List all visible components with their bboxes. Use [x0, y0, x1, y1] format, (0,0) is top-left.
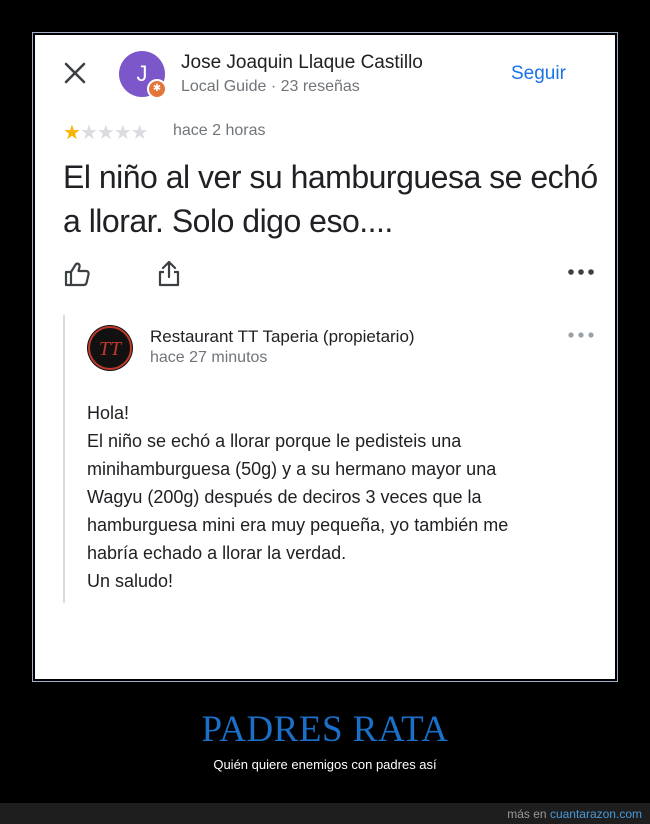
follow-button[interactable]: Seguir — [511, 63, 566, 85]
avatar-initial: J — [136, 61, 148, 86]
owner-reply-text: Hola! El niño se echó a llorar porque le… — [87, 399, 592, 595]
reply-line: Wagyu (200g) después de deciros 3 veces … — [87, 487, 482, 507]
reply-line: Hola! — [87, 403, 130, 423]
reply-line: Un saludo! — [87, 571, 174, 591]
review-time: hace 2 horas — [173, 122, 266, 139]
reply-line: habría echado a llorar la verdad. — [87, 543, 347, 563]
reply-more-icon[interactable] — [567, 327, 595, 347]
restaurant-logo[interactable]: TT — [87, 325, 133, 371]
reply-line: minihamburguesa (50g) y a su hermano may… — [87, 459, 497, 479]
reply-line: hamburguesa mini era muy pequeña, yo tam… — [87, 515, 509, 535]
footer-bar: más en cuantarazon.com — [0, 803, 650, 824]
footer-link[interactable]: cuantarazon.com — [550, 807, 642, 821]
review-card: J ✱ Jose Joaquin Llaque Castillo Local G… — [35, 35, 615, 679]
reply-divider — [63, 315, 65, 603]
footer-prefix: más en — [507, 807, 550, 821]
author-meta: Local Guide · 23 reseñas — [181, 78, 360, 95]
reply-line: El niño se echó a llorar porque le pedis… — [87, 431, 462, 451]
close-icon[interactable] — [63, 61, 87, 85]
logo-text: TT — [99, 338, 123, 360]
owner-name[interactable]: Restaurant TT Taperia (propietario) — [150, 327, 415, 347]
local-guide-badge-icon: ✱ — [147, 79, 167, 99]
share-icon[interactable] — [155, 259, 183, 287]
star-icon: ★ — [130, 122, 149, 144]
more-options-icon[interactable] — [567, 262, 595, 282]
meme-subtitle: Quién quiere enemigos con padres así — [213, 757, 437, 772]
footer-text: más en cuantarazon.com — [507, 807, 642, 821]
star-icon: ★ — [63, 122, 81, 144]
star-icon: ★ — [79, 122, 98, 144]
author-name[interactable]: Jose Joaquin Llaque Castillo — [181, 52, 423, 74]
meme-title: PADRES RATA — [201, 709, 449, 750]
star-rating: ★★★★★ — [63, 120, 149, 145]
star-icon: ★ — [96, 122, 115, 144]
star-icon: ★ — [113, 122, 132, 144]
like-icon[interactable] — [63, 260, 91, 288]
review-text: El niño al ver su hamburguesa se echó a … — [63, 159, 598, 239]
owner-reply-time: hace 27 minutos — [150, 349, 268, 366]
